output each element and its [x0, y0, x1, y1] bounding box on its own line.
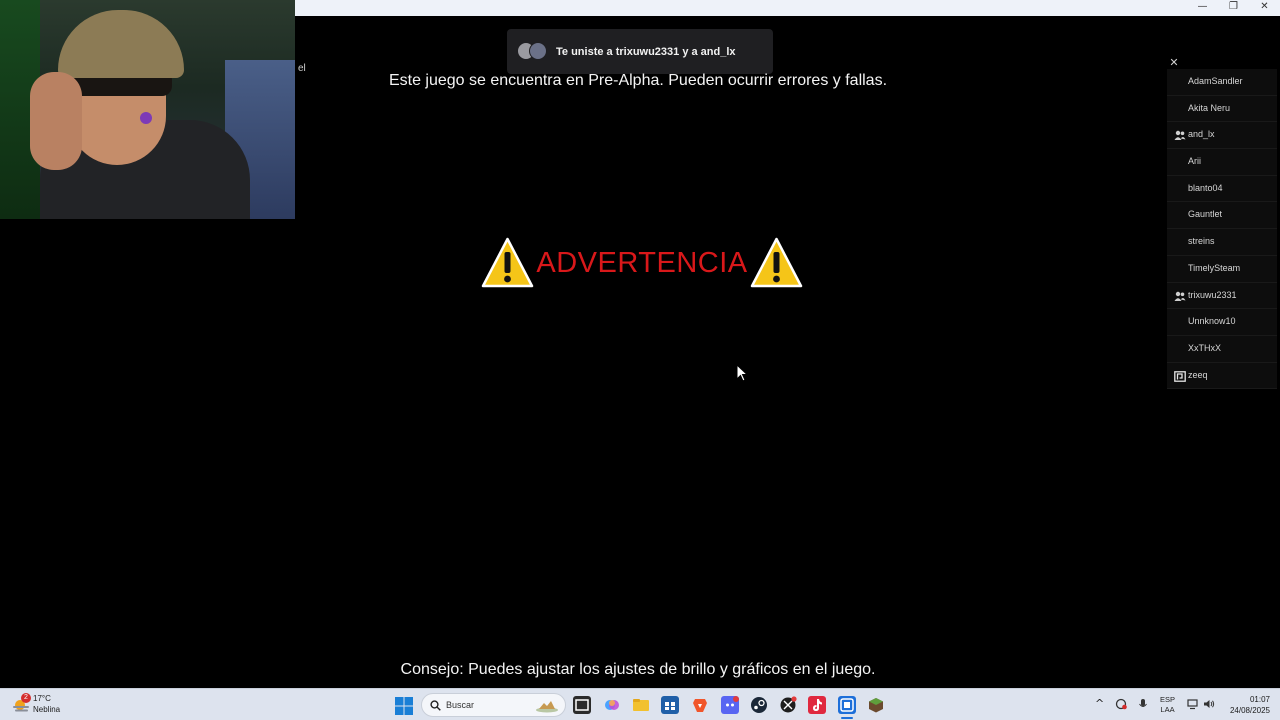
- restore-button[interactable]: ❐: [1218, 0, 1249, 14]
- file-explorer-icon[interactable]: [632, 696, 650, 714]
- player-row[interactable]: Akita Neru: [1167, 95, 1277, 123]
- language-code: ESP: [1160, 695, 1176, 704]
- join-notification-toast[interactable]: Te uniste a trixuwu2331 y a and_lx: [507, 29, 773, 74]
- minimize-button[interactable]: —: [1187, 0, 1218, 14]
- discord-icon[interactable]: [721, 696, 739, 714]
- warning-icon: [481, 237, 534, 288]
- player-row[interactable]: and_lx: [1167, 122, 1277, 150]
- search-icon: [430, 700, 441, 711]
- taskbar: 2 17°C Neblina Buscar ^ ESP LAA 01:07 24…: [0, 688, 1280, 720]
- player-row[interactable]: Arii: [1167, 149, 1277, 176]
- player-name: zeeq: [1188, 369, 1208, 380]
- players-list: AdamSandler Akita Neru and_lx Arii blanto04 G…: [1167, 69, 1277, 390]
- webcam-person-hand: [30, 72, 82, 170]
- mouse-cursor-icon: [736, 364, 748, 382]
- volume-icon[interactable]: [1203, 698, 1215, 710]
- game-launcher-icon[interactable]: [838, 696, 856, 714]
- webcam-person-cap: [58, 10, 184, 78]
- player-name: Unnknow10: [1188, 316, 1236, 327]
- player-name: TimelySteam: [1188, 262, 1241, 273]
- player-name: Arii: [1188, 156, 1201, 167]
- player-row[interactable]: AdamSandler: [1167, 69, 1277, 96]
- avatar: [529, 41, 547, 60]
- clock-date: 24/08/2025: [1229, 706, 1270, 715]
- players-panel-close-icon[interactable]: ✕: [1168, 57, 1180, 69]
- webcam-overlay: [0, 0, 295, 219]
- steam-icon[interactable]: [750, 696, 768, 714]
- windows-start-icon[interactable]: [395, 697, 413, 715]
- tray-app-icon[interactable]: [1115, 698, 1127, 710]
- player-name: AdamSandler: [1188, 76, 1243, 86]
- player-row[interactable]: trixuwu2331: [1167, 282, 1277, 310]
- screen: — ❐ ✕ el Te uniste a trixuwu2331 y a and…: [0, 0, 1280, 720]
- player-row[interactable]: XxTHxX: [1167, 335, 1277, 363]
- clock-time: 01:07: [1249, 695, 1270, 704]
- player-row[interactable]: streins: [1167, 229, 1277, 256]
- toast-message: Te uniste a trixuwu2331 y a and_lx: [556, 45, 736, 58]
- show-hidden-icons-chevron[interactable]: ^: [1095, 698, 1105, 710]
- active-app-indicator: [841, 717, 853, 719]
- xbox-icon[interactable]: [779, 696, 797, 714]
- taskbar-search-box[interactable]: Buscar: [421, 693, 566, 717]
- player-name: trixuwu2331: [1188, 289, 1237, 300]
- store-icon[interactable]: [661, 696, 679, 714]
- close-button[interactable]: ✕: [1249, 0, 1280, 14]
- partial-side-text: el: [298, 63, 306, 74]
- tip-text: Consejo: Puedes ajustar los ajustes de b…: [400, 661, 876, 678]
- task-view-icon[interactable]: [573, 696, 591, 714]
- player-name: and_lx: [1188, 129, 1215, 140]
- player-name: Akita Neru: [1188, 102, 1231, 113]
- player-row[interactable]: TimelySteam: [1167, 255, 1277, 283]
- warning-title: ADVERTENCIA: [536, 246, 748, 279]
- search-placeholder: Buscar: [446, 700, 475, 710]
- prealpha-notice: Este juego se encuentra en Pre-Alpha. Pu…: [388, 72, 888, 89]
- warning-icon: [750, 237, 803, 288]
- keyboard-layout: LAA: [1160, 705, 1175, 714]
- minecraft-icon[interactable]: [867, 696, 885, 714]
- friends-icon: [1174, 291, 1186, 301]
- webcam-person-earring: [140, 112, 152, 124]
- notification-badge: 2: [21, 693, 31, 703]
- player-row[interactable]: blanto04: [1167, 175, 1277, 203]
- player-name: streins: [1188, 236, 1215, 247]
- player-name: Gauntlet: [1188, 209, 1223, 220]
- system-clock[interactable]: 01:07 24/08/2025: [1222, 694, 1270, 716]
- player-name: XxTHxX: [1188, 342, 1222, 353]
- weather-widget[interactable]: 2 17°C Neblina: [12, 693, 92, 716]
- friends-icon: [1174, 131, 1186, 141]
- platform-icon: [1174, 370, 1186, 382]
- network-icon[interactable]: [1187, 698, 1199, 710]
- copilot-icon[interactable]: [603, 696, 621, 714]
- player-row[interactable]: Unnknow10: [1167, 309, 1277, 336]
- language-indicator[interactable]: ESP LAA: [1160, 695, 1175, 715]
- player-row[interactable]: Gauntlet: [1167, 202, 1277, 230]
- tiktok-icon[interactable]: [808, 696, 826, 714]
- brave-icon[interactable]: [691, 696, 709, 714]
- player-name: blanto04: [1188, 182, 1223, 193]
- microphone-icon[interactable]: [1137, 698, 1149, 710]
- player-row[interactable]: zeeq: [1167, 362, 1277, 390]
- search-highlight-icon: [536, 701, 558, 713]
- window-controls: — ❐ ✕: [1187, 0, 1280, 14]
- toast-avatars: [517, 41, 551, 62]
- warning-banner: ADVERTENCIA: [480, 236, 804, 290]
- weather-condition: Neblina: [33, 705, 61, 714]
- weather-temperature: 17°C: [33, 694, 51, 703]
